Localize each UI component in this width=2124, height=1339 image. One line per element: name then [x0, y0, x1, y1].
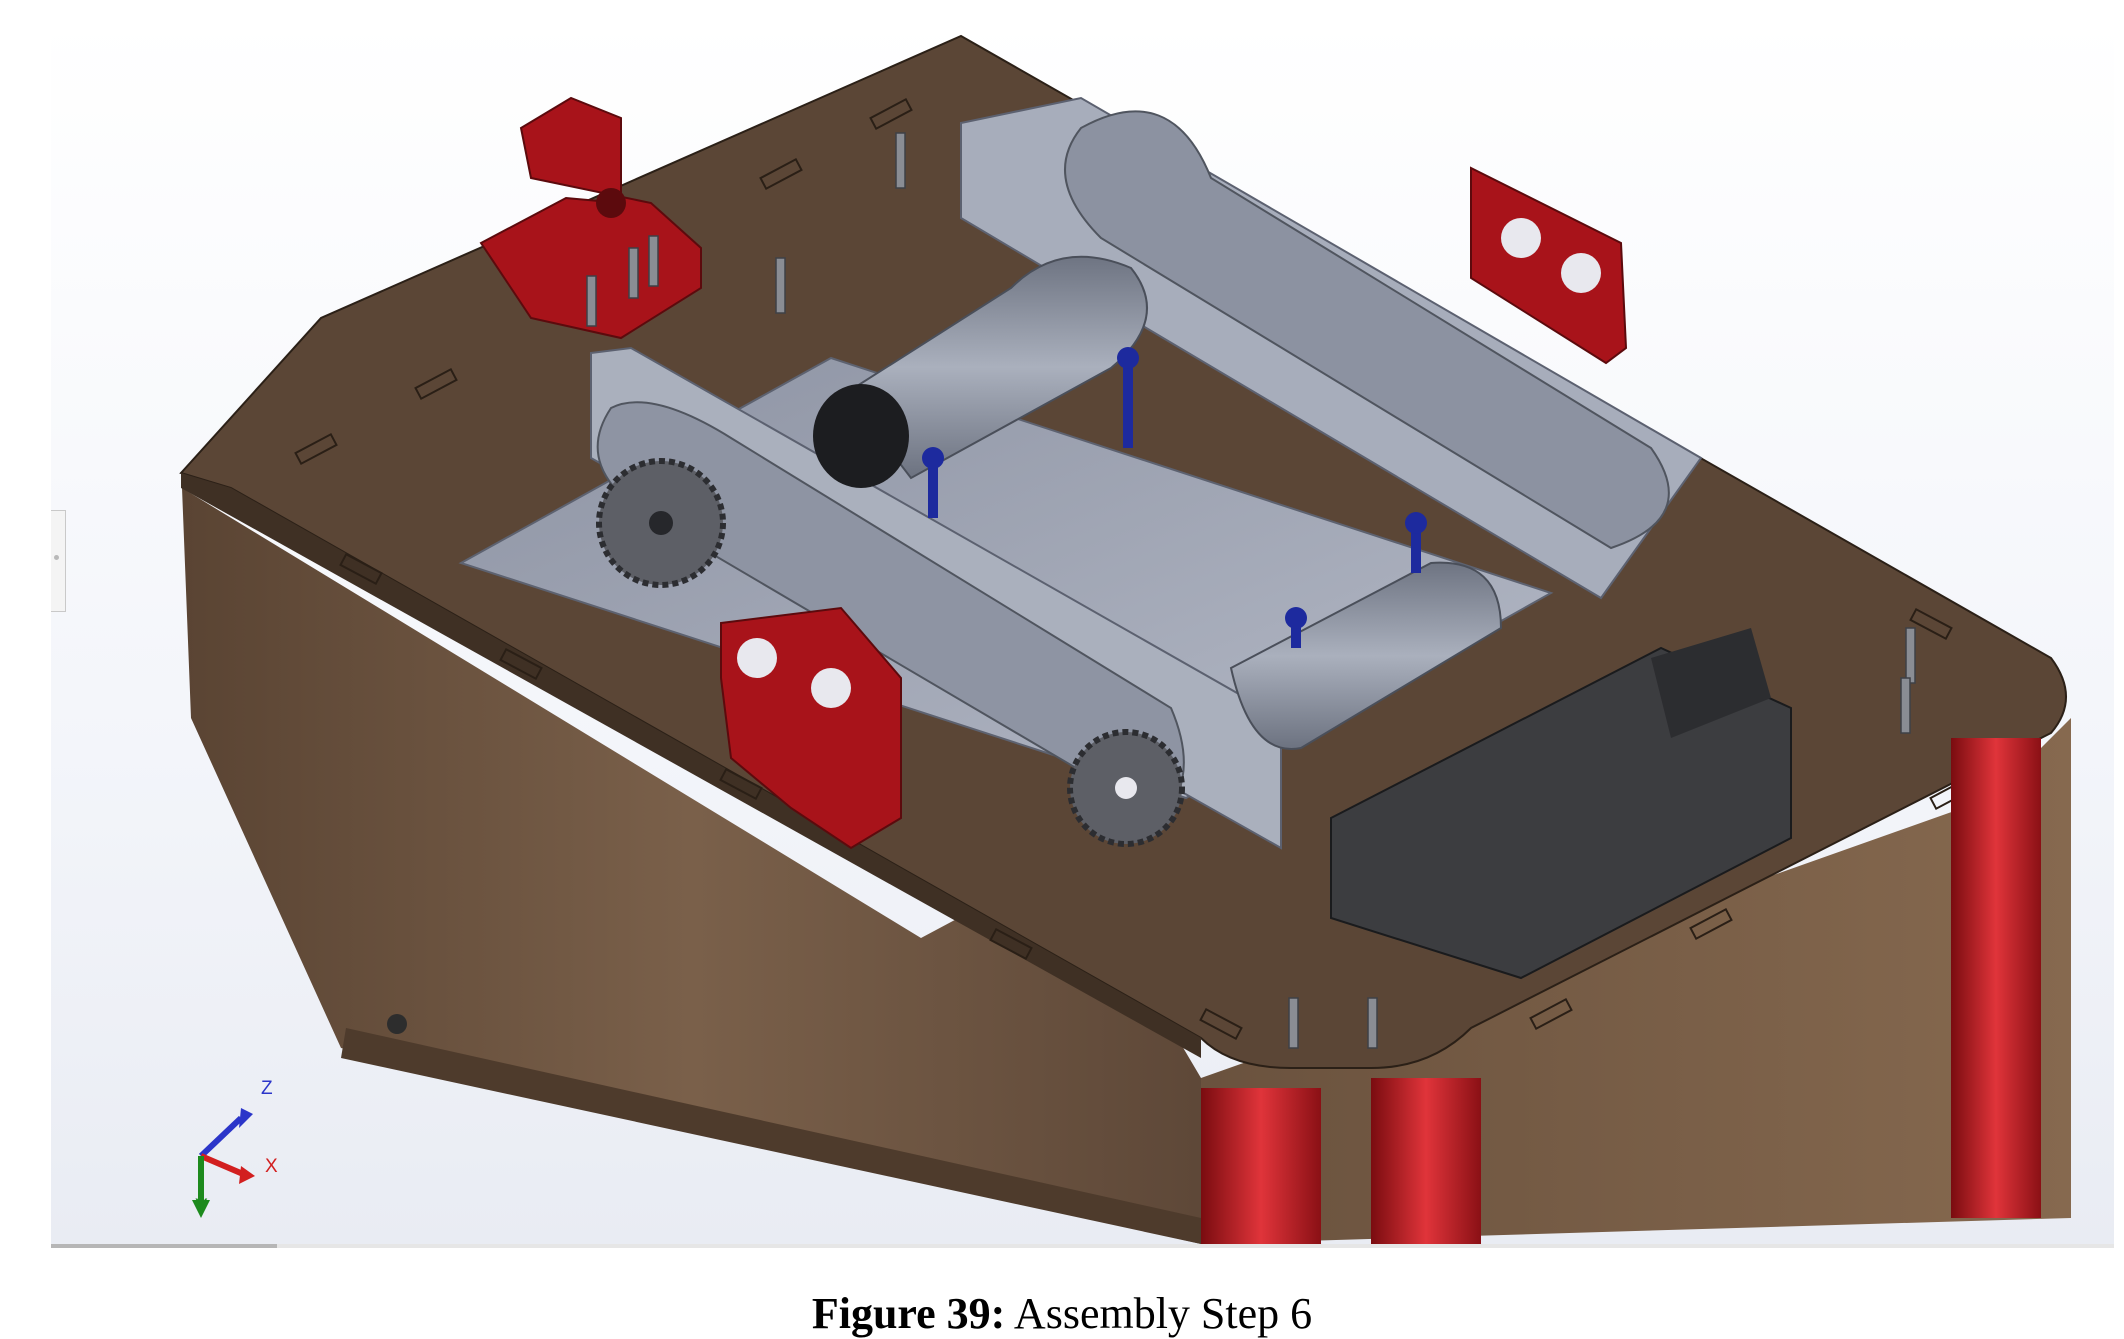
red-bracket-top-right: [1470, 166, 1628, 365]
horizontal-scrollbar[interactable]: [51, 1244, 2114, 1248]
motor-upper-end: [813, 384, 909, 488]
collapsed-panel-tab[interactable]: [51, 510, 66, 612]
triad-y-label: Y: [195, 1196, 208, 1217]
wheel-well-front-mid: [1371, 1078, 1481, 1244]
assembly-model: [179, 34, 2071, 1244]
triad-x-label: X: [265, 1156, 278, 1177]
wheel-well-right: [1951, 738, 2041, 1218]
coordinate-triad: Z X Y: [181, 1078, 311, 1228]
panel-tab-handle-icon: [54, 555, 59, 560]
triad-z-label: Z: [261, 1078, 273, 1099]
figure-label: Figure 39:: [811, 1289, 1006, 1338]
figure-caption: Figure 39: Assembly Step 6: [0, 1288, 2124, 1339]
scrollbar-thumb[interactable]: [51, 1244, 277, 1248]
side-bolt: [387, 1014, 407, 1034]
cad-viewport[interactable]: Z X Y: [51, 18, 2114, 1244]
wheel-well-front-left: [1201, 1088, 1321, 1244]
figure-title: Assembly Step 6: [1013, 1289, 1313, 1338]
